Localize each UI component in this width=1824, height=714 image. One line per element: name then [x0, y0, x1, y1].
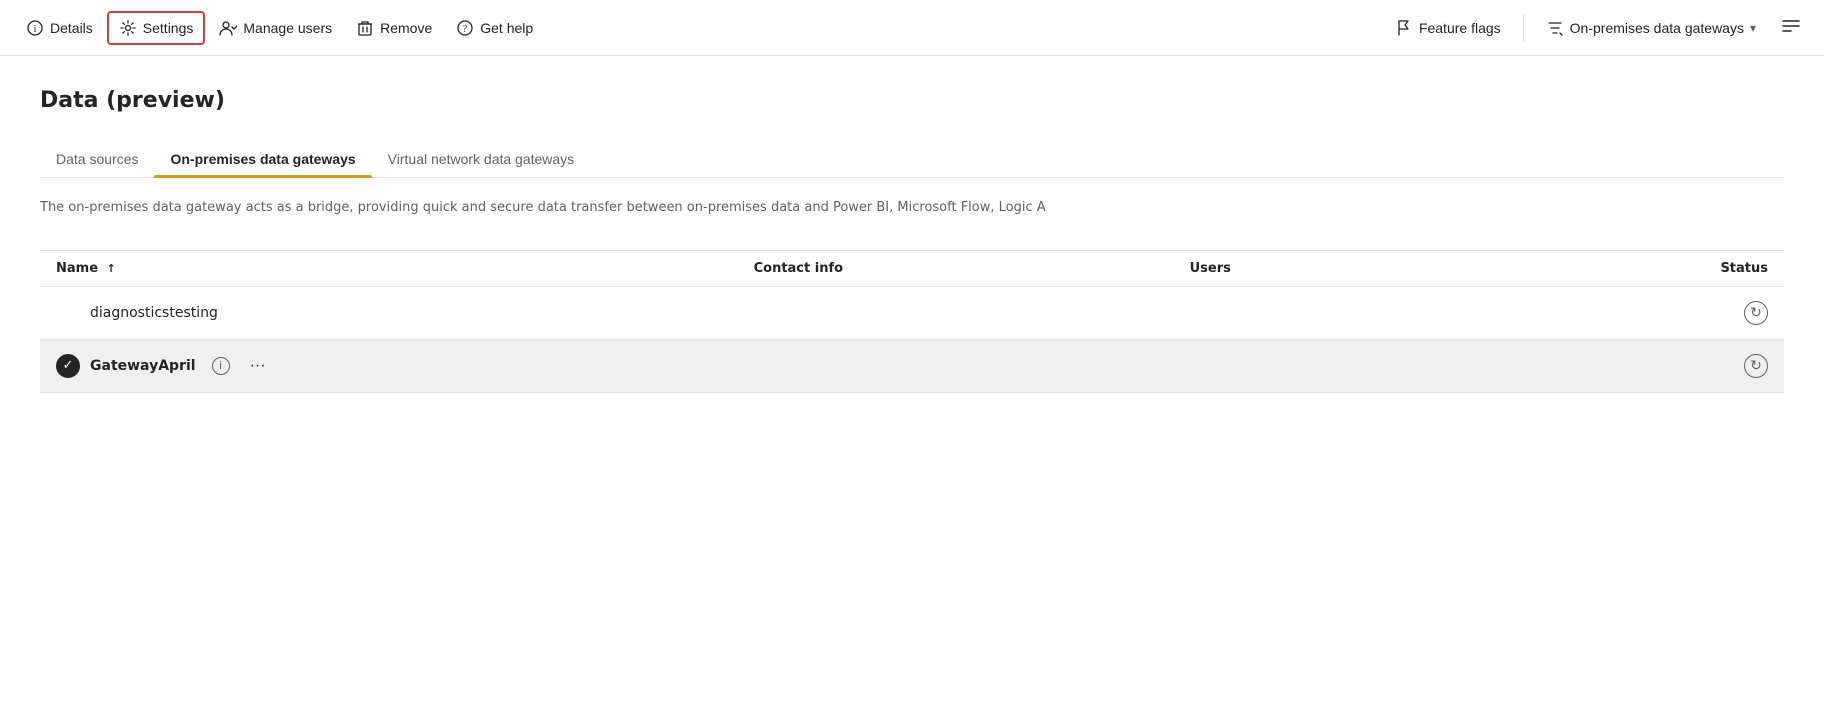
get-help-button[interactable]: ? Get help [446, 13, 543, 43]
page-description: The on-premises data gateway acts as a b… [40, 198, 1784, 218]
toolbar-divider [1523, 14, 1524, 42]
remove-label: Remove [380, 20, 432, 36]
dropdown-chevron-icon: ▾ [1750, 21, 1756, 35]
feature-flags-icon [1395, 19, 1413, 37]
col-header-users: Users [1174, 250, 1523, 286]
row1-status: ↻ [1522, 286, 1784, 339]
get-help-label: Get help [480, 20, 533, 36]
sidebar-toggle-button[interactable] [1774, 13, 1808, 42]
settings-label: Settings [143, 20, 194, 36]
remove-icon [356, 19, 374, 37]
row1-name-cell: diagnosticstesting [40, 286, 738, 339]
tab-data-sources[interactable]: Data sources [40, 141, 154, 177]
sidebar-toggle-icon [1782, 19, 1800, 36]
gateways-table: Name ↑ Contact info Users Status diagnos… [40, 250, 1784, 393]
feature-flags-button[interactable]: Feature flags [1385, 13, 1511, 43]
on-premises-gateways-label: On-premises data gateways [1570, 20, 1744, 36]
row1-users [1174, 286, 1523, 339]
col-header-name: Name ↑ [40, 250, 738, 286]
manage-users-label: Manage users [243, 20, 332, 36]
manage-users-button[interactable]: Manage users [209, 13, 342, 43]
tabs-container: Data sources On-premises data gateways V… [40, 141, 1784, 178]
row2-name: GatewayApril [90, 358, 196, 374]
filter-icon [1546, 19, 1564, 37]
row1-check-placeholder [56, 301, 80, 325]
info-icon: i [26, 19, 44, 37]
row1-status-icon: ↻ [1744, 301, 1768, 325]
details-button[interactable]: i Details [16, 13, 103, 43]
sort-arrow-icon: ↑ [107, 262, 116, 275]
manage-users-icon [219, 19, 237, 37]
col-header-status: Status [1522, 250, 1784, 286]
tab-on-premises[interactable]: On-premises data gateways [154, 141, 371, 177]
row2-ellipsis-button[interactable]: ··· [244, 355, 272, 377]
row2-status-icon: ↻ [1744, 354, 1768, 378]
col-header-contact: Contact info [738, 250, 1174, 286]
row2-status: ↻ [1522, 339, 1784, 392]
row1-contact [738, 286, 1174, 339]
settings-button[interactable]: Settings [107, 11, 206, 45]
help-icon: ? [456, 19, 474, 37]
toolbar: i Details Settings [0, 0, 1824, 56]
toolbar-right: Feature flags On-premises data gateways … [1385, 13, 1808, 43]
on-premises-gateways-dropdown[interactable]: On-premises data gateways ▾ [1536, 13, 1766, 43]
row2-users [1174, 339, 1523, 392]
tab-virtual-network[interactable]: Virtual network data gateways [372, 141, 591, 177]
page-title: Data (preview) [40, 88, 1784, 113]
row2-contact [738, 339, 1174, 392]
svg-text:?: ? [463, 24, 468, 35]
feature-flags-label: Feature flags [1419, 20, 1501, 36]
toolbar-left: i Details Settings [16, 11, 1381, 45]
row1-name: diagnosticstesting [90, 305, 218, 321]
row2-check-icon: ✓ [56, 354, 80, 378]
page-content: Data (preview) Data sources On-premises … [0, 56, 1824, 393]
row2-name-cell: ✓ GatewayApril i ··· [40, 339, 738, 392]
table-row: diagnosticstesting ↻ [40, 286, 1784, 339]
details-label: Details [50, 20, 93, 36]
table-row[interactable]: ✓ GatewayApril i ··· ↻ [40, 339, 1784, 392]
settings-icon [119, 19, 137, 37]
remove-button[interactable]: Remove [346, 13, 442, 43]
row2-info-icon[interactable]: i [212, 357, 230, 375]
svg-text:i: i [34, 24, 37, 35]
table-header-row: Name ↑ Contact info Users Status [40, 250, 1784, 286]
